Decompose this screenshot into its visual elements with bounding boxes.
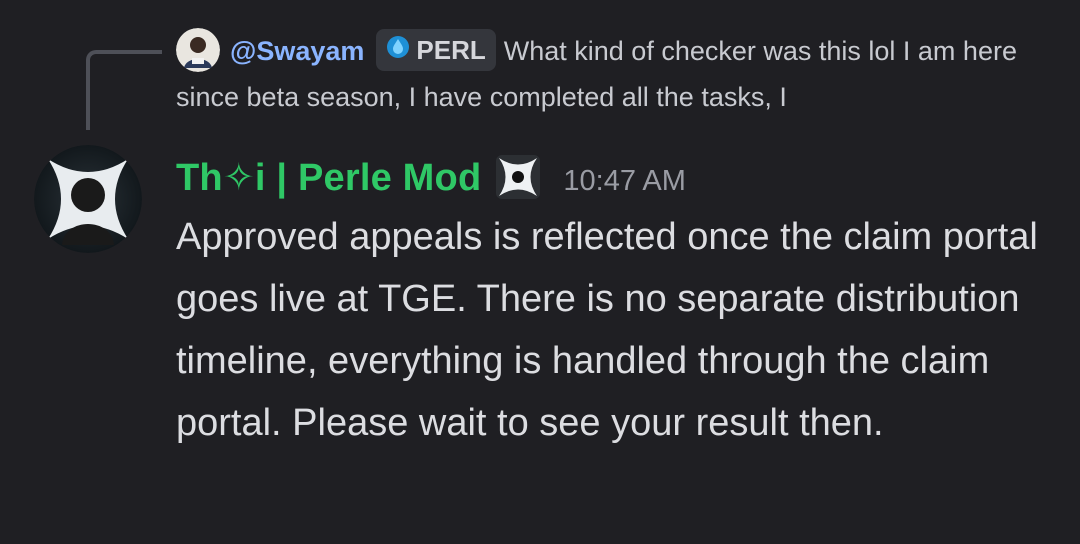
droplet-icon [386, 29, 410, 71]
message-body: Approved appeals is reflected once the c… [176, 216, 1038, 444]
shuriken-icon[interactable] [495, 154, 541, 200]
author-name[interactable]: Th✧i | Perle Mod [176, 155, 481, 200]
chat-message-view: @Swayam PERL What kind of checker was this… [0, 0, 1080, 544]
message-timestamp[interactable]: 10:47 AM [563, 165, 686, 198]
guild-tag[interactable]: PERL [376, 28, 496, 71]
reply-connector [86, 50, 162, 130]
reply-username[interactable]: @Swayam [230, 36, 364, 66]
message-header: Th✧i | Perle Mod 10:47 AM [176, 150, 686, 204]
reply-user-avatar[interactable] [176, 27, 220, 72]
user-avatar-icon [176, 27, 220, 72]
guild-tag-label: PERL [416, 34, 486, 65]
mod-avatar-icon [34, 145, 142, 253]
reply-preview[interactable]: @Swayam PERL What kind of checker was this… [176, 27, 1036, 120]
author-avatar[interactable] [34, 145, 142, 253]
